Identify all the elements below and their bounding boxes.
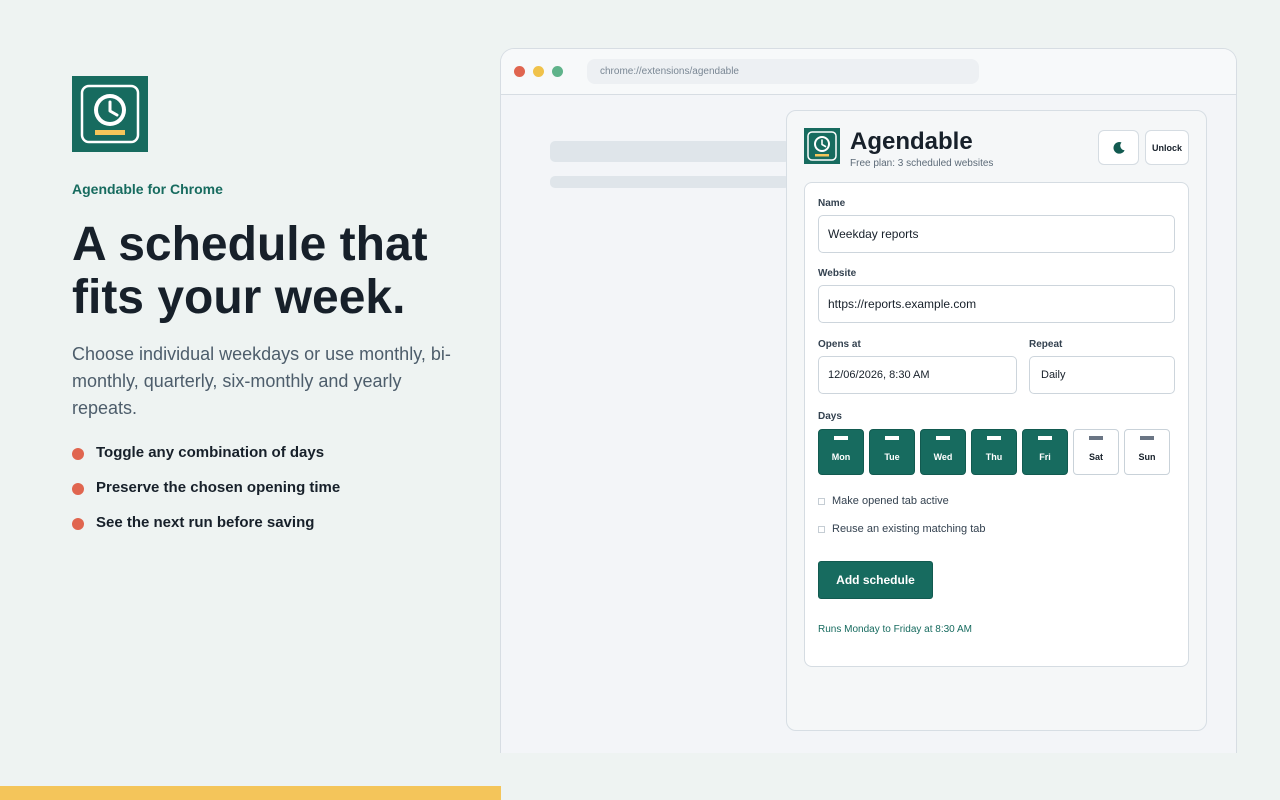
- headline-line-1: A schedule that: [72, 218, 428, 271]
- day-label: Fri: [1039, 452, 1051, 462]
- extension-popup: Agendable Free plan: 3 scheduled website…: [786, 110, 1207, 731]
- day-label: Sat: [1088, 452, 1103, 462]
- make-active-checkbox[interactable]: Make opened tab active: [818, 495, 949, 507]
- day-label: Mon: [831, 452, 851, 462]
- feature-list: Toggle any combination of days Preserve …: [72, 442, 340, 547]
- browser-toolbar: chrome://extensions/agendable: [501, 49, 1236, 95]
- repeat-label: Repeat: [1029, 339, 1063, 350]
- day-marker-icon: [936, 436, 950, 440]
- opens-at-input[interactable]: 12/06/2026, 8:30 AM: [818, 356, 1017, 394]
- day-toggle-fri[interactable]: Fri: [1022, 429, 1068, 475]
- clock-icon: [80, 84, 140, 144]
- checkbox-label: Make opened tab active: [832, 495, 949, 507]
- day-marker-icon: [1089, 436, 1103, 440]
- moon-icon: [1112, 141, 1125, 154]
- website-input[interactable]: https://reports.example.com: [818, 285, 1175, 323]
- app-logo: [72, 76, 148, 152]
- day-picker: Mon Tue Wed Thu Fri Sat Sun: [818, 429, 1175, 475]
- skeleton-line: [550, 176, 790, 188]
- bullet-dot-icon: [72, 448, 84, 460]
- feature-item: Preserve the chosen opening time: [72, 477, 340, 497]
- maximize-window-icon[interactable]: [552, 66, 563, 77]
- day-marker-icon: [1140, 436, 1154, 440]
- day-label: Sun: [1138, 452, 1156, 462]
- checkbox-icon[interactable]: [818, 497, 825, 505]
- day-label: Thu: [985, 452, 1003, 462]
- day-marker-icon: [1038, 436, 1052, 440]
- headline: A schedule that fits your week.: [72, 218, 492, 324]
- website-label: Website: [818, 268, 857, 279]
- days-label: Days: [818, 411, 842, 422]
- feature-text: Preserve the chosen opening time: [96, 478, 341, 496]
- name-input[interactable]: Weekday reports: [818, 215, 1175, 253]
- day-marker-icon: [885, 436, 899, 440]
- checkbox-label: Reuse an existing matching tab: [832, 523, 986, 535]
- feature-text: Toggle any combination of days: [96, 443, 325, 461]
- clock-icon: [807, 131, 837, 161]
- plan-subtitle: Free plan: 3 scheduled websites: [850, 158, 994, 169]
- close-window-icon[interactable]: [514, 66, 525, 77]
- name-label: Name: [818, 198, 846, 209]
- brand-label: Agendable for Chrome: [72, 181, 223, 197]
- day-marker-icon: [987, 436, 1001, 440]
- day-toggle-sat[interactable]: Sat: [1073, 429, 1119, 475]
- day-marker-icon: [834, 436, 848, 440]
- bullet-dot-icon: [72, 518, 84, 530]
- minimize-window-icon[interactable]: [533, 66, 544, 77]
- day-label: Wed: [933, 452, 953, 462]
- popup-logo: [804, 128, 840, 164]
- checkbox-icon[interactable]: [818, 525, 825, 533]
- day-toggle-wed[interactable]: Wed: [920, 429, 966, 475]
- feature-item: See the next run before saving: [72, 512, 340, 532]
- day-toggle-tue[interactable]: Tue: [869, 429, 915, 475]
- reuse-tab-checkbox[interactable]: Reuse an existing matching tab: [818, 523, 985, 535]
- skeleton-line: [550, 141, 790, 162]
- feature-item: Toggle any combination of days: [72, 442, 340, 462]
- day-label: Tue: [884, 452, 900, 462]
- day-toggle-thu[interactable]: Thu: [971, 429, 1017, 475]
- schedule-form: Name Weekday reports Website https://rep…: [804, 182, 1189, 667]
- bullet-dot-icon: [72, 483, 84, 495]
- lead-paragraph: Choose individual weekdays or use monthl…: [72, 344, 451, 418]
- theme-toggle-button[interactable]: [1098, 130, 1139, 165]
- day-toggle-mon[interactable]: Mon: [818, 429, 864, 475]
- feature-text: See the next run before saving: [96, 513, 315, 531]
- day-toggle-sun[interactable]: Sun: [1124, 429, 1170, 475]
- add-schedule-button[interactable]: Add schedule: [818, 561, 933, 599]
- accent-bar: [0, 786, 501, 800]
- repeat-select[interactable]: Daily: [1029, 356, 1175, 394]
- address-bar[interactable]: chrome://extensions/agendable: [587, 59, 979, 84]
- next-run-summary: Runs Monday to Friday at 8:30 AM: [818, 624, 972, 635]
- opens-at-label: Opens at: [818, 339, 861, 350]
- popup-title: Agendable: [850, 128, 973, 155]
- headline-line-2: fits your week.: [72, 271, 406, 324]
- unlock-button[interactable]: Unlock: [1145, 130, 1189, 165]
